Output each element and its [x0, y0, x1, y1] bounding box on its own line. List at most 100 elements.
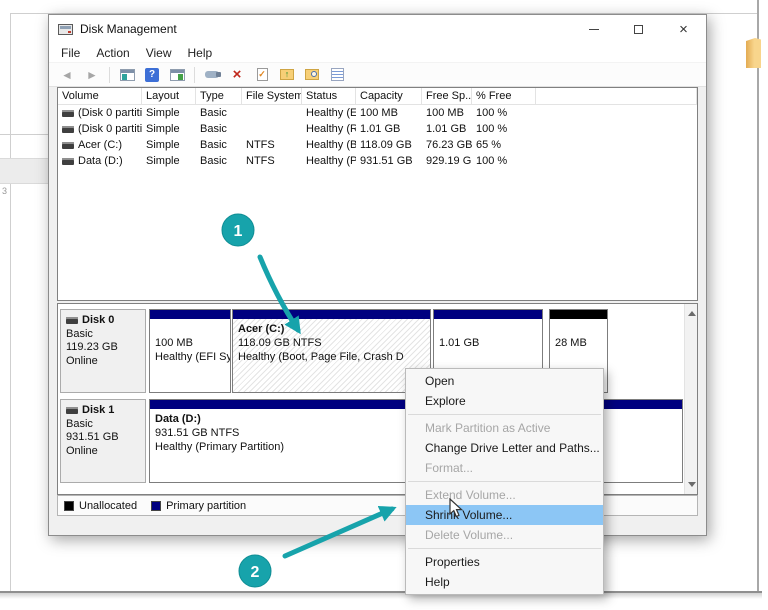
- menu-item-change-drive-letter[interactable]: Change Drive Letter and Paths...: [406, 438, 603, 458]
- menu-item-format: Format...: [406, 458, 603, 478]
- close-button[interactable]: ×: [661, 15, 706, 43]
- cell-free-space: 1.01 GB: [422, 123, 472, 135]
- folder-up-button[interactable]: ↑: [276, 65, 298, 85]
- disk1-label[interactable]: Disk 1 Basic 931.51 GB Online: [60, 399, 146, 483]
- legend-label: Unallocated: [79, 500, 137, 512]
- volume-name: (Disk 0 partition 4): [78, 123, 142, 135]
- menu-view[interactable]: View: [138, 46, 180, 60]
- forward-button[interactable]: ►: [81, 65, 103, 85]
- delete-button[interactable]: ×: [226, 65, 248, 85]
- column-header-empty: [536, 88, 697, 104]
- cell-type: Basic: [196, 107, 242, 119]
- partition-band: [233, 310, 430, 319]
- volume-list-header: Volume Layout Type File System Status Ca…: [58, 88, 697, 105]
- check-document-button[interactable]: ✓: [251, 65, 273, 85]
- title-bar[interactable]: Disk Management ×: [49, 15, 706, 43]
- back-button[interactable]: ◄: [56, 65, 78, 85]
- console-tree-button[interactable]: [116, 65, 138, 85]
- volume-icon: [62, 126, 74, 133]
- primary-partition-swatch-icon: [151, 501, 161, 511]
- cell-free-space: 76.23 GB: [422, 139, 472, 151]
- partition-size: 28 MB: [555, 336, 607, 350]
- action-pane-button[interactable]: [166, 65, 188, 85]
- check-document-icon: ✓: [257, 68, 268, 81]
- volume-icon: [62, 142, 74, 149]
- cell-capacity: 118.09 GB: [356, 139, 422, 151]
- volume-list: Volume Layout Type File System Status Ca…: [57, 87, 698, 301]
- window-controls: ×: [571, 15, 706, 43]
- partition-title: [439, 322, 542, 336]
- minimize-button[interactable]: [571, 15, 616, 43]
- volume-row-disk0-part4[interactable]: (Disk 0 partition 4) Simple Basic Health…: [58, 121, 697, 137]
- cell-layout: Simple: [142, 155, 196, 167]
- cell-layout: Simple: [142, 139, 196, 151]
- disk0-label[interactable]: Disk 0 Basic 119.23 GB Online: [60, 309, 146, 393]
- step-badge-2-number: 2: [251, 564, 260, 581]
- background-gray-band: [0, 158, 48, 184]
- cell-type: Basic: [196, 155, 242, 167]
- cell-status: Healthy (R...: [302, 123, 356, 135]
- page-background: 3 Disk Management × File Action View Hel…: [0, 0, 768, 610]
- column-header-percent-free[interactable]: % Free: [472, 88, 536, 104]
- menu-item-extend-volume: Extend Volume...: [406, 485, 603, 505]
- menu-item-properties[interactable]: Properties: [406, 552, 603, 572]
- column-header-free-space[interactable]: Free Sp...: [422, 88, 472, 104]
- menu-help[interactable]: Help: [180, 46, 221, 60]
- column-header-type[interactable]: Type: [196, 88, 242, 104]
- volume-row-disk0-part1[interactable]: (Disk 0 partition 1) Simple Basic Health…: [58, 105, 697, 121]
- console-tree-icon: [120, 69, 135, 81]
- menu-item-mark-partition-active: Mark Partition as Active: [406, 418, 603, 438]
- frame-line-small: [0, 134, 48, 135]
- folder-icon: [746, 38, 761, 68]
- column-header-volume[interactable]: Volume: [58, 88, 142, 104]
- help-button[interactable]: ?: [141, 65, 163, 85]
- disk-type: Basic: [66, 418, 145, 432]
- properties-list-button[interactable]: [326, 65, 348, 85]
- cell-percent-free: 100 %: [472, 155, 536, 167]
- app-icon: [58, 23, 73, 36]
- menu-item-explore[interactable]: Explore: [406, 391, 603, 411]
- cell-layout: Simple: [142, 107, 196, 119]
- volume-name: Acer (C:): [78, 139, 122, 151]
- scroll-down-icon[interactable]: [688, 482, 696, 487]
- close-icon: ×: [679, 22, 688, 37]
- cursor-icon: [449, 498, 463, 518]
- menu-file[interactable]: File: [53, 46, 88, 60]
- launch-button[interactable]: [201, 65, 223, 85]
- disk-icon: [66, 407, 78, 414]
- partition-status: [439, 350, 542, 364]
- cell-status: Healthy (E...: [302, 107, 356, 119]
- cell-percent-free: 100 %: [472, 107, 536, 119]
- menu-item-open[interactable]: Open: [406, 371, 603, 391]
- partition-title: [155, 322, 230, 336]
- partition-efi[interactable]: 100 MB Healthy (EFI Sy: [149, 309, 231, 393]
- cell-percent-free: 100 %: [472, 123, 536, 135]
- column-header-layout[interactable]: Layout: [142, 88, 196, 104]
- cell-type: Basic: [196, 139, 242, 151]
- column-header-capacity[interactable]: Capacity: [356, 88, 422, 104]
- vertical-scrollbar[interactable]: [684, 304, 697, 494]
- legend-label: Primary partition: [166, 500, 246, 512]
- frame-line-left: [10, 13, 11, 592]
- disk-size: 119.23 GB: [66, 341, 145, 355]
- properties-list-icon: [331, 68, 344, 81]
- partition-acer-c[interactable]: Acer (C:) 118.09 GB NTFS Healthy (Boot, …: [232, 309, 431, 393]
- cell-type: Basic: [196, 123, 242, 135]
- scroll-up-icon[interactable]: [688, 311, 696, 316]
- menu-item-delete-volume: Delete Volume...: [406, 525, 603, 545]
- frame-bottom-shadow: [0, 593, 762, 599]
- folder-search-button[interactable]: [301, 65, 323, 85]
- menu-separator: [408, 481, 601, 482]
- menu-item-shrink-volume[interactable]: Shrink Volume...: [406, 505, 603, 525]
- disk-type: Basic: [66, 328, 145, 342]
- column-header-file-system[interactable]: File System: [242, 88, 302, 104]
- menu-item-help[interactable]: Help: [406, 572, 603, 592]
- column-header-status[interactable]: Status: [302, 88, 356, 104]
- volume-row-data-d[interactable]: Data (D:) Simple Basic NTFS Healthy (P..…: [58, 153, 697, 169]
- cell-free-space: 100 MB: [422, 107, 472, 119]
- cell-status: Healthy (B...: [302, 139, 356, 151]
- menu-action[interactable]: Action: [88, 46, 137, 60]
- volume-row-acer-c[interactable]: Acer (C:) Simple Basic NTFS Healthy (B..…: [58, 137, 697, 153]
- maximize-button[interactable]: [616, 15, 661, 43]
- background-side-note: 3: [2, 186, 7, 196]
